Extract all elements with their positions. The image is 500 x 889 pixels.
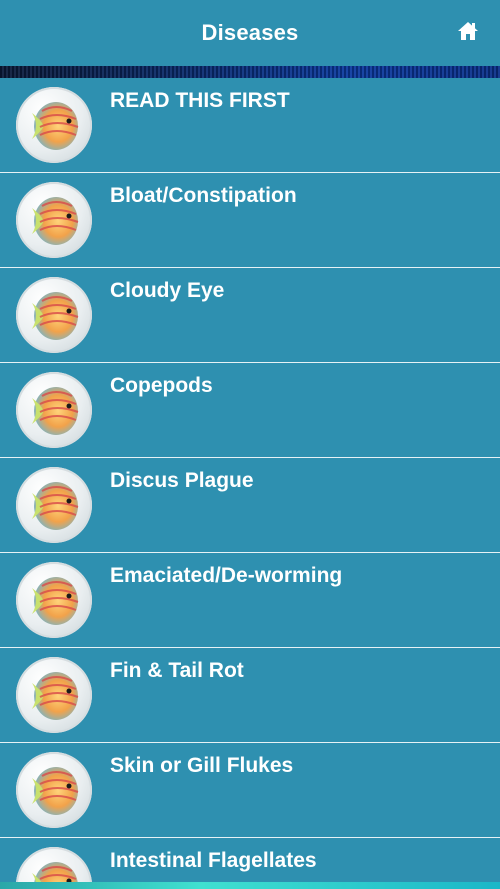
list-item-label: Intestinal Flagellates [110,849,317,872]
list-item[interactable]: Skin or Gill Flukes [0,743,500,838]
discus-fish-icon [16,87,92,163]
discus-fish-icon [16,372,92,448]
discus-fish-icon [16,277,92,353]
discus-fish-icon [16,182,92,258]
list-item[interactable]: Fin & Tail Rot [0,648,500,743]
list-item-label: READ THIS FIRST [110,89,290,112]
list-item[interactable]: Cloudy Eye [0,268,500,363]
list-item[interactable]: Emaciated/De-worming [0,553,500,648]
list-item-label: Discus Plague [110,469,254,492]
list-item[interactable]: Copepods [0,363,500,458]
list-item-label: Skin or Gill Flukes [110,754,294,777]
discus-fish-icon [16,562,92,638]
list-item-label: Bloat/Constipation [110,184,297,207]
list-item[interactable]: Intestinal Flagellates [0,838,500,882]
home-icon [458,22,478,40]
discus-fish-icon [16,847,92,882]
discus-fish-icon [16,657,92,733]
bottom-accent-bar [0,882,500,889]
list-item[interactable]: Discus Plague [0,458,500,553]
discus-fish-icon [16,752,92,828]
list-item-label: Fin & Tail Rot [110,659,244,682]
decorative-banner [0,66,500,78]
disease-list: READ THIS FIRST Bloat/Constipation Cloud… [0,78,500,882]
discus-fish-icon [16,467,92,543]
list-item[interactable]: READ THIS FIRST [0,78,500,173]
page-title: Diseases [201,20,299,45]
list-item-label: Cloudy Eye [110,279,225,302]
list-item-label: Copepods [110,374,213,397]
app-header: Diseases [0,0,500,66]
home-button[interactable] [456,20,480,42]
list-item-label: Emaciated/De-worming [110,564,343,587]
list-item[interactable]: Bloat/Constipation [0,173,500,268]
